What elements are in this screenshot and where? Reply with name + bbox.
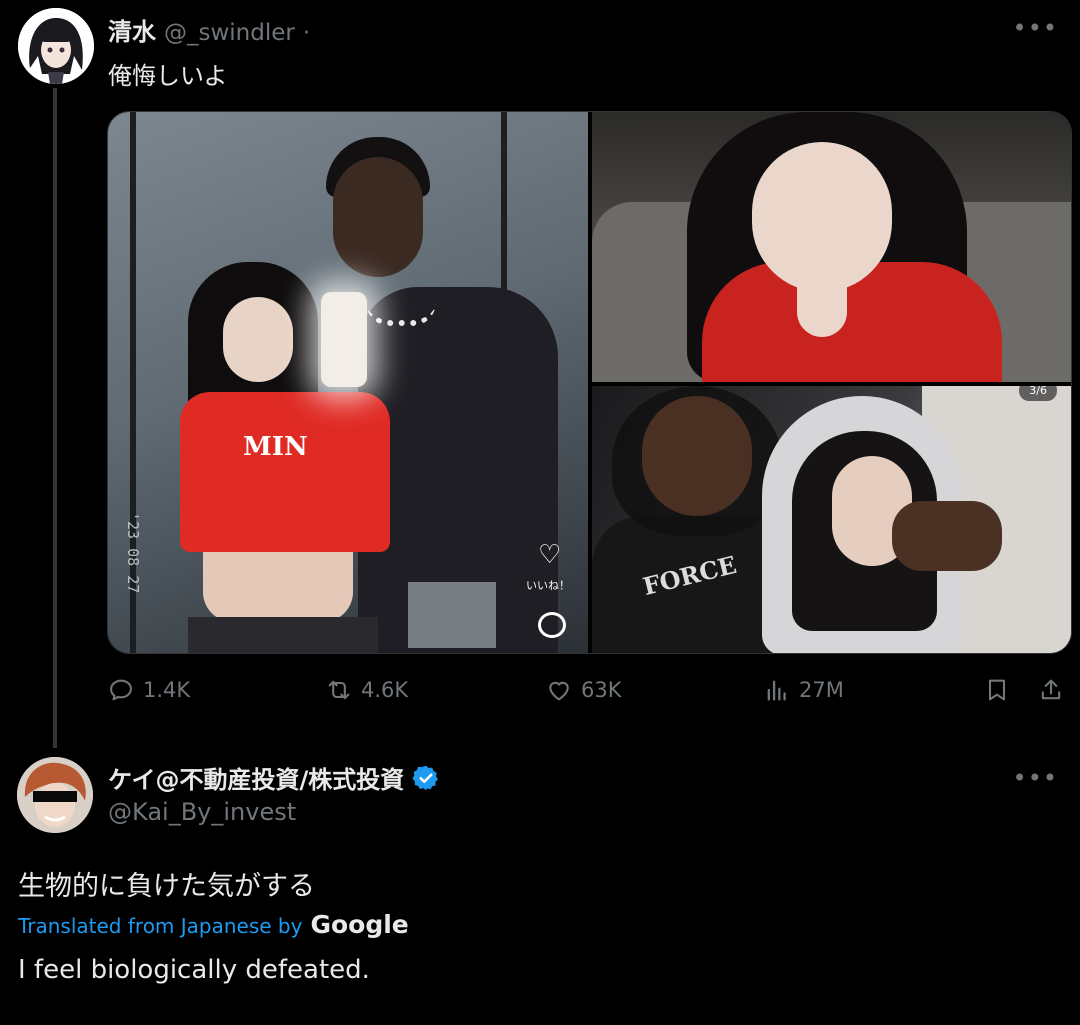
photo-sticker (408, 582, 496, 648)
more-horizontal-icon: ••• (1012, 764, 1058, 792)
tweet1-display-name[interactable]: 清水 (108, 12, 156, 47)
tweet1-media-grid: MIN '23 08 27 ♡ いいね！ FORCE 3/6 (107, 111, 1072, 654)
photo-figure (752, 142, 892, 292)
photo-figure (203, 552, 353, 622)
photo-figure (642, 396, 752, 516)
photo-heart-icon: ♡ (538, 540, 562, 570)
tweet1-handle[interactable]: @_swindler (164, 20, 295, 46)
photo-figure (180, 392, 390, 552)
google-logo-text: Google (310, 910, 409, 939)
reply-icon (110, 679, 132, 701)
tweet1-text: 俺悔しいよ (108, 62, 228, 90)
tweet2-avatar[interactable] (17, 757, 93, 833)
photo-comment-icon (538, 612, 566, 638)
reply-count: 1.4K (143, 678, 191, 702)
tweet1-header: 清水 @_swindler · (108, 12, 310, 47)
photo-figure (223, 297, 293, 382)
photo-like-label: いいね！ (526, 579, 570, 592)
tweet2-display-name[interactable]: ケイ@不動産投資/株式投資 (108, 760, 404, 795)
photo-figure (892, 501, 1002, 571)
share-button[interactable] (1037, 676, 1065, 704)
photo-counter-badge: 3/6 (1019, 386, 1057, 401)
screenshot: 清水 @_swindler · ••• 俺悔しいよ MIN '23 08 27 … (0, 0, 1080, 1025)
bookmark-icon (988, 679, 1006, 701)
person-photo-avatar-icon (17, 757, 93, 833)
repost-icon (328, 680, 350, 700)
bookmark-button[interactable] (983, 676, 1011, 704)
media-photo-couple[interactable]: FORCE 3/6 (592, 386, 1071, 653)
media-photo-mirror-selfie[interactable]: MIN '23 08 27 ♡ いいね！ (108, 112, 588, 653)
tweet2-text: 生物的に負けた気がする (18, 871, 315, 902)
photo-phone-flash (321, 292, 367, 387)
translated-from-label[interactable]: Translated from Japanese by (18, 914, 302, 938)
share-icon (1041, 679, 1061, 700)
tweet2-more-button[interactable]: ••• (1013, 764, 1058, 792)
views-chart-icon (767, 680, 786, 701)
tweet1-avatar[interactable] (18, 8, 94, 84)
tweet2-header: ケイ@不動産投資/株式投資 (108, 760, 440, 795)
repost-button[interactable]: 4.6K (325, 676, 408, 704)
tweet1-action-bar: 1.4K 4.6K 63K 27M (107, 676, 1072, 716)
photo-figure (188, 617, 378, 653)
tweet2-translation: I feel biologically defeated. (18, 955, 370, 985)
translation-attribution[interactable]: Translated from Japanese by Google (18, 910, 409, 939)
tweet1-separator: · (302, 20, 311, 46)
repost-count: 4.6K (361, 678, 409, 702)
reply-button[interactable]: 1.4K (107, 676, 190, 704)
like-button[interactable]: 63K (545, 676, 622, 704)
more-horizontal-icon: ••• (1012, 14, 1058, 42)
tweet1-more-button[interactable]: ••• (1013, 14, 1058, 42)
views-count: 27M (799, 678, 844, 702)
tweet2-handle[interactable]: @Kai_By_invest (108, 798, 296, 826)
photo-date-stamp: '23 08 27 (124, 512, 142, 594)
photo-shirt-print: MIN (243, 432, 308, 462)
views-button[interactable]: 27M (763, 676, 844, 704)
anime-avatar-icon (18, 8, 94, 84)
thread-connector-line (53, 88, 57, 748)
photo-figure (333, 157, 423, 277)
media-photo-portrait[interactable] (592, 112, 1071, 382)
verified-badge-icon (412, 765, 439, 790)
like-count: 63K (581, 678, 622, 702)
heart-icon (549, 681, 569, 701)
